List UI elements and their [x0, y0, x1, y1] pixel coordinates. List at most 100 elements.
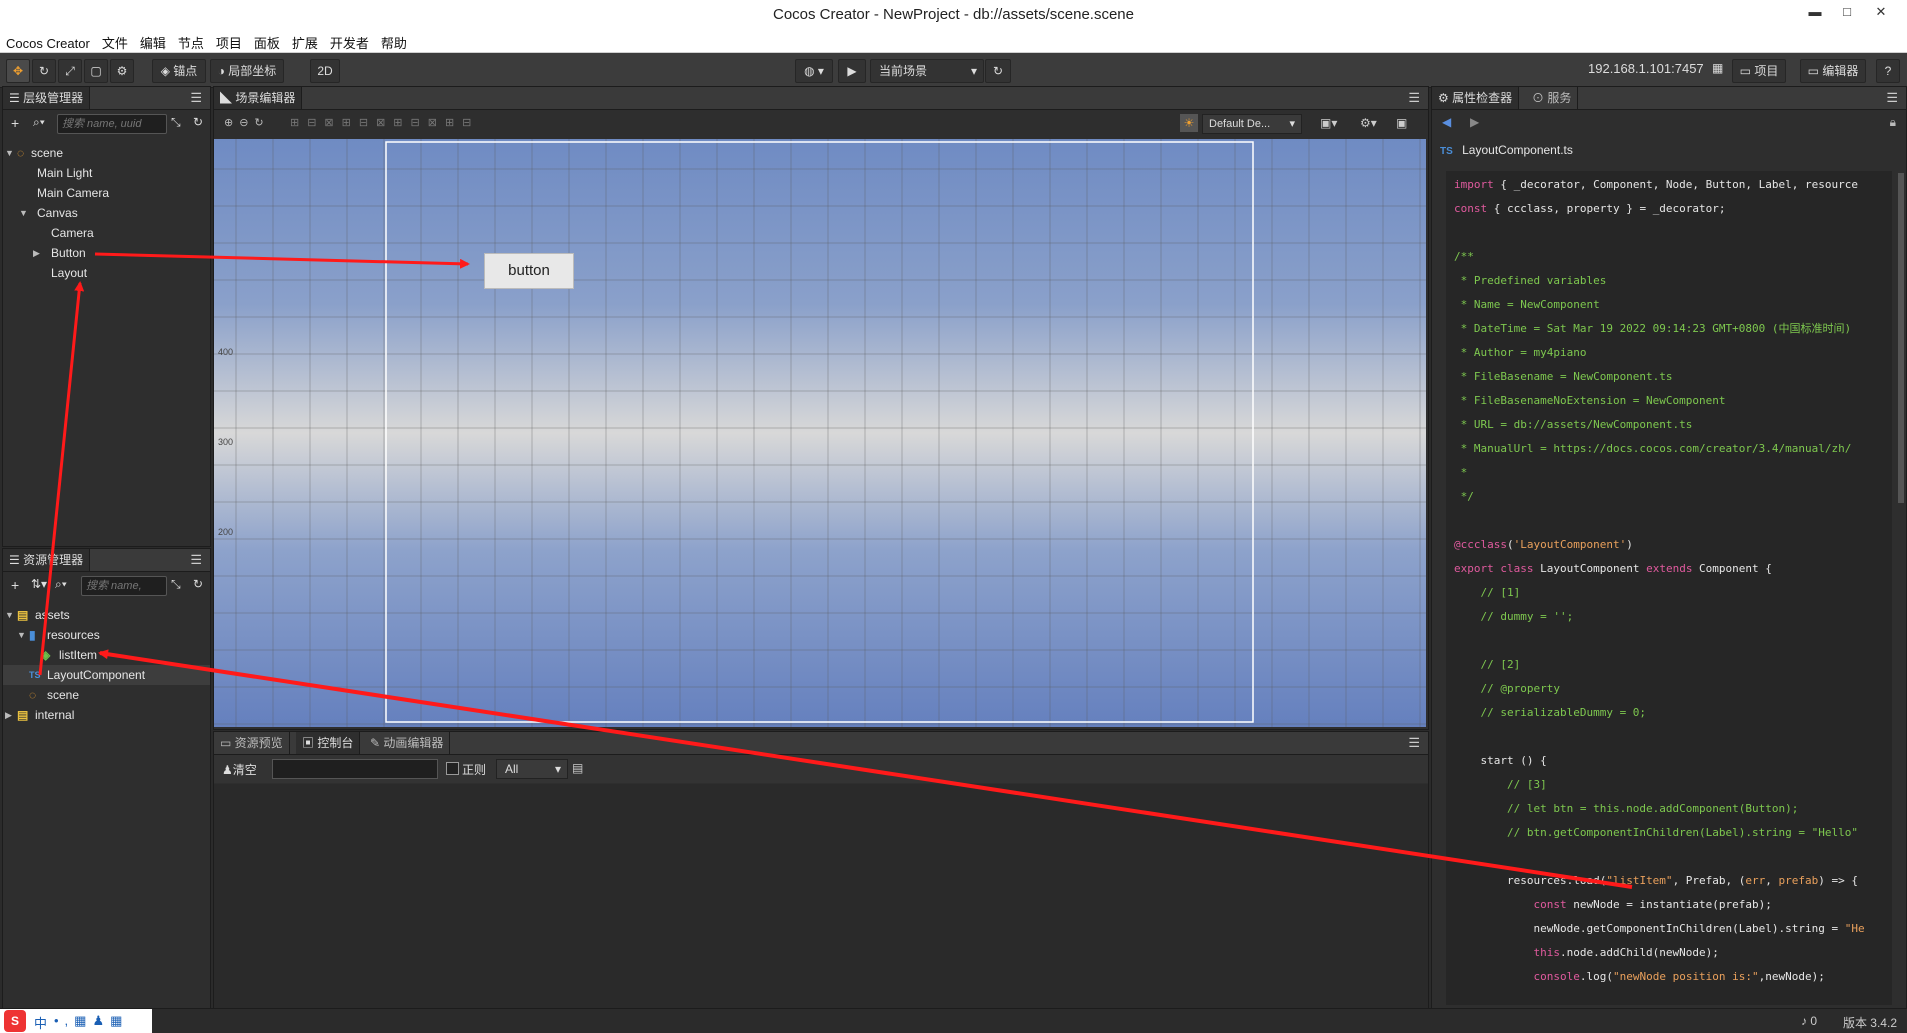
folder-arrow-icon[interactable]: ▶	[5, 705, 12, 725]
hierarchy-node-main-light[interactable]: Main Light	[3, 163, 210, 183]
anchor-toggle[interactable]: ◈ 锚点	[152, 59, 206, 83]
globe-icon[interactable]: ◍ ▾	[795, 59, 833, 83]
minimize-button[interactable]: ▬	[1800, 4, 1830, 24]
asset-item-layoutcomponent[interactable]: TS LayoutComponent	[3, 665, 210, 685]
back-arrow-icon[interactable]: ◀	[1442, 115, 1451, 129]
tab-scene-editor[interactable]: ◣ 场景编辑器	[214, 87, 303, 109]
maximize-button[interactable]: □	[1832, 4, 1862, 24]
collapse-all-icon[interactable]: ⤡	[171, 577, 181, 592]
maximize-view-icon[interactable]: ▣	[1396, 116, 1407, 130]
asset-item-resources[interactable]: ▼ ▮ resources	[3, 625, 210, 645]
menu-panel[interactable]: 面板	[248, 30, 286, 52]
notification-bell[interactable]: ♪ 0	[1801, 1014, 1817, 1028]
editor-button[interactable]: ▭ 编辑器	[1800, 59, 1866, 83]
expand-arrow-icon[interactable]: ▼	[19, 203, 28, 223]
console-output	[214, 784, 1428, 1009]
asset-item-label: scene	[47, 688, 80, 702]
mode-2d-button[interactable]: 2D	[310, 59, 340, 83]
menu-edit[interactable]: 编辑	[134, 30, 172, 52]
search-type-icon[interactable]: ⌕▾	[33, 115, 45, 130]
menu-cocos-creator[interactable]: Cocos Creator	[0, 33, 96, 51]
refresh-icon[interactable]: ↻	[193, 577, 203, 591]
light-icon[interactable]: ☀	[1180, 114, 1198, 132]
tab-animation-editor[interactable]: ✎ 动画编辑器	[364, 732, 451, 754]
menu-node[interactable]: 节点	[172, 30, 210, 52]
inspector-menu-icon[interactable]: ☰	[1886, 90, 1898, 106]
tab-services[interactable]: ⊙ 服务	[1526, 87, 1579, 109]
inspector-panel: ⚙ 属性检查器 ⊙ 服务 ☰ ◀ ▶ 🔒︎ TS LayoutComponent…	[1431, 86, 1907, 1010]
code-line: * Author = my4piano	[1454, 346, 1587, 359]
scale-tool-icon[interactable]: ⤢	[58, 59, 82, 83]
tab-hierarchy[interactable]: ☰ 层级管理器	[3, 87, 91, 109]
local-coord-toggle[interactable]: ◑ 局部坐标	[210, 59, 284, 83]
move-tool-icon[interactable]: ✥	[6, 59, 30, 83]
collapse-all-icon[interactable]: ⤡	[171, 115, 181, 130]
asset-item-listitem[interactable]: ◈ listItem	[3, 645, 210, 665]
clear-console-button[interactable]: ♟清空	[222, 761, 257, 778]
transform-tool-icon[interactable]: ⚙	[110, 59, 134, 83]
align-tools-icon[interactable]: ⊞⊟⊠⊞⊟⊠⊞⊟⊠⊞⊟	[290, 116, 479, 129]
rect-tool-icon[interactable]: ▢	[84, 59, 108, 83]
folder-arrow-icon[interactable]: ▼	[5, 605, 14, 625]
log-level-select[interactable]: All ▾	[496, 759, 568, 779]
forward-arrow-icon[interactable]: ▶	[1470, 115, 1479, 129]
menu-help[interactable]: 帮助	[375, 30, 413, 52]
add-node-icon[interactable]: +	[11, 115, 19, 131]
search-type-icon[interactable]: ⌕▾	[55, 577, 67, 592]
asset-item-label: LayoutComponent	[47, 668, 146, 682]
hierarchy-node-button[interactable]: ▶ Button	[3, 243, 210, 263]
refresh-icon[interactable]: ↻	[193, 115, 203, 129]
project-button[interactable]: ▭ 项目	[1732, 59, 1786, 83]
scene-menu-icon[interactable]: ☰	[1408, 90, 1420, 106]
log-file-icon[interactable]: ▤	[572, 761, 583, 775]
lock-icon[interactable]: 🔒︎	[1890, 115, 1896, 130]
tab-asset-preview[interactable]: ▭ 资源预览	[214, 732, 290, 754]
assets-menu-icon[interactable]: ☰	[190, 552, 202, 568]
menu-file[interactable]: 文件	[96, 30, 134, 52]
sort-icon[interactable]: ⇅▾	[31, 577, 47, 591]
settings-icon[interactable]: ⚙▾	[1360, 116, 1377, 130]
asset-item-internal[interactable]: ▶ ▤ internal	[3, 705, 210, 725]
folder-arrow-icon[interactable]: ▼	[17, 625, 26, 645]
tab-assets[interactable]: ☰ 资源管理器	[3, 549, 91, 571]
close-button[interactable]: ✕	[1866, 4, 1896, 24]
asset-item-scene[interactable]: ◌ scene	[3, 685, 210, 705]
ime-tools-icon: •,▦♟▦	[54, 1013, 129, 1028]
hierarchy-node-canvas[interactable]: ▼ Canvas	[3, 203, 210, 223]
window-titlebar: Cocos Creator - NewProject - db://assets…	[0, 0, 1907, 30]
scene-select[interactable]: 当前场景 ▾	[870, 59, 984, 83]
menu-project[interactable]: 项目	[210, 30, 248, 52]
regex-checkbox[interactable]	[446, 762, 459, 775]
code-view[interactable]: import { _decorator, Component, Node, Bu…	[1446, 171, 1892, 1005]
code-scrollbar[interactable]	[1898, 173, 1904, 503]
zoom-tools-icon[interactable]: ⊕⊖↻	[224, 116, 270, 129]
hierarchy-search-input[interactable]: 搜索 name, uuid	[57, 114, 167, 134]
collapse-arrow-icon[interactable]: ▶	[33, 243, 40, 263]
menu-developer[interactable]: 开发者	[324, 30, 375, 52]
camera-select[interactable]: Default De... ▾	[1202, 114, 1302, 134]
refresh-icon[interactable]: ↻	[985, 59, 1011, 83]
hierarchy-node-layout[interactable]: Layout	[3, 263, 210, 283]
expand-arrow-icon[interactable]: ▼	[5, 143, 14, 163]
ime-toolbar[interactable]: S 中 •,▦♟▦	[0, 1009, 152, 1033]
hierarchy-node-camera[interactable]: Camera	[3, 223, 210, 243]
help-icon[interactable]: ?	[1876, 59, 1900, 83]
rotate-tool-icon[interactable]: ↻	[32, 59, 56, 83]
scene-button-node[interactable]: button	[484, 253, 574, 289]
assets-search-input[interactable]: 搜索 name,	[81, 576, 167, 596]
console-menu-icon[interactable]: ☰	[1408, 735, 1420, 751]
add-asset-icon[interactable]: +	[11, 577, 19, 593]
screenshot-icon[interactable]: ▣▾	[1320, 116, 1337, 130]
assets-icon: ☰	[9, 553, 24, 567]
hierarchy-node-scene[interactable]: ▼ ◌ scene	[3, 143, 210, 163]
tab-inspector[interactable]: ⚙ 属性检查器	[1432, 87, 1520, 109]
hierarchy-menu-icon[interactable]: ☰	[190, 90, 202, 106]
tab-console[interactable]: ▣ 控制台	[296, 732, 361, 754]
hierarchy-node-main-camera[interactable]: Main Camera	[3, 183, 210, 203]
console-filter-input[interactable]	[272, 759, 438, 779]
asset-item-assets[interactable]: ▼ ▤ assets	[3, 605, 210, 625]
qrcode-icon[interactable]: ▦	[1712, 61, 1723, 75]
scene-viewport[interactable]: 400 300 200	[214, 139, 1426, 727]
menu-extension[interactable]: 扩展	[286, 30, 324, 52]
play-icon[interactable]: ▶	[838, 59, 866, 83]
